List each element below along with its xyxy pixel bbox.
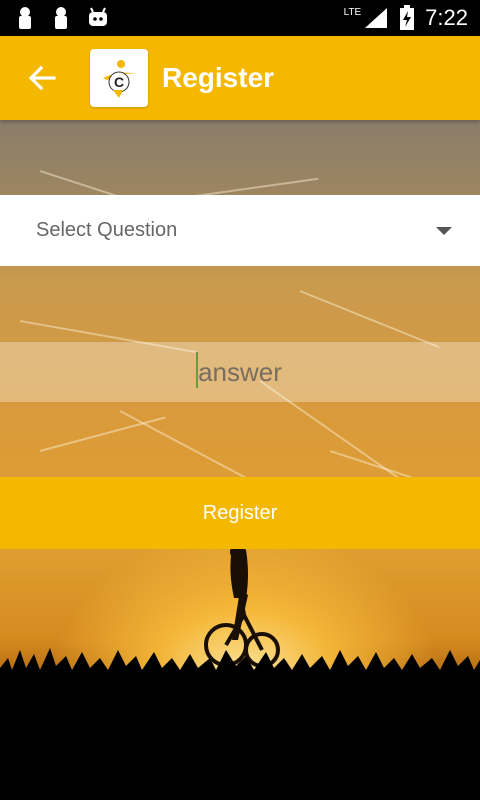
clock: 7:22 (425, 5, 468, 30)
register-button[interactable]: Register (0, 477, 480, 549)
answer-field-container (0, 342, 480, 402)
question-select[interactable]: Select Question (0, 195, 480, 266)
status-bar: LTE 7:22 (0, 0, 480, 36)
signal-icon (365, 8, 388, 28)
svg-text:C: C (114, 74, 124, 90)
back-button[interactable] (12, 48, 72, 108)
question-select-value: Select Question (36, 219, 178, 241)
notification-icon (19, 7, 31, 29)
android-icon (89, 7, 107, 26)
page-title: Register (162, 62, 275, 93)
battery-charging-icon (400, 5, 415, 30)
network-type-label: LTE (343, 6, 362, 18)
notification-icon (55, 7, 67, 29)
arrow-back-icon (28, 65, 56, 91)
answer-input[interactable] (0, 342, 480, 402)
app-logo: C (90, 49, 148, 107)
dropdown-arrow-icon (436, 226, 452, 235)
text-cursor (196, 352, 198, 388)
app-bar: C Register (0, 36, 480, 120)
grass-silhouette (0, 648, 480, 800)
